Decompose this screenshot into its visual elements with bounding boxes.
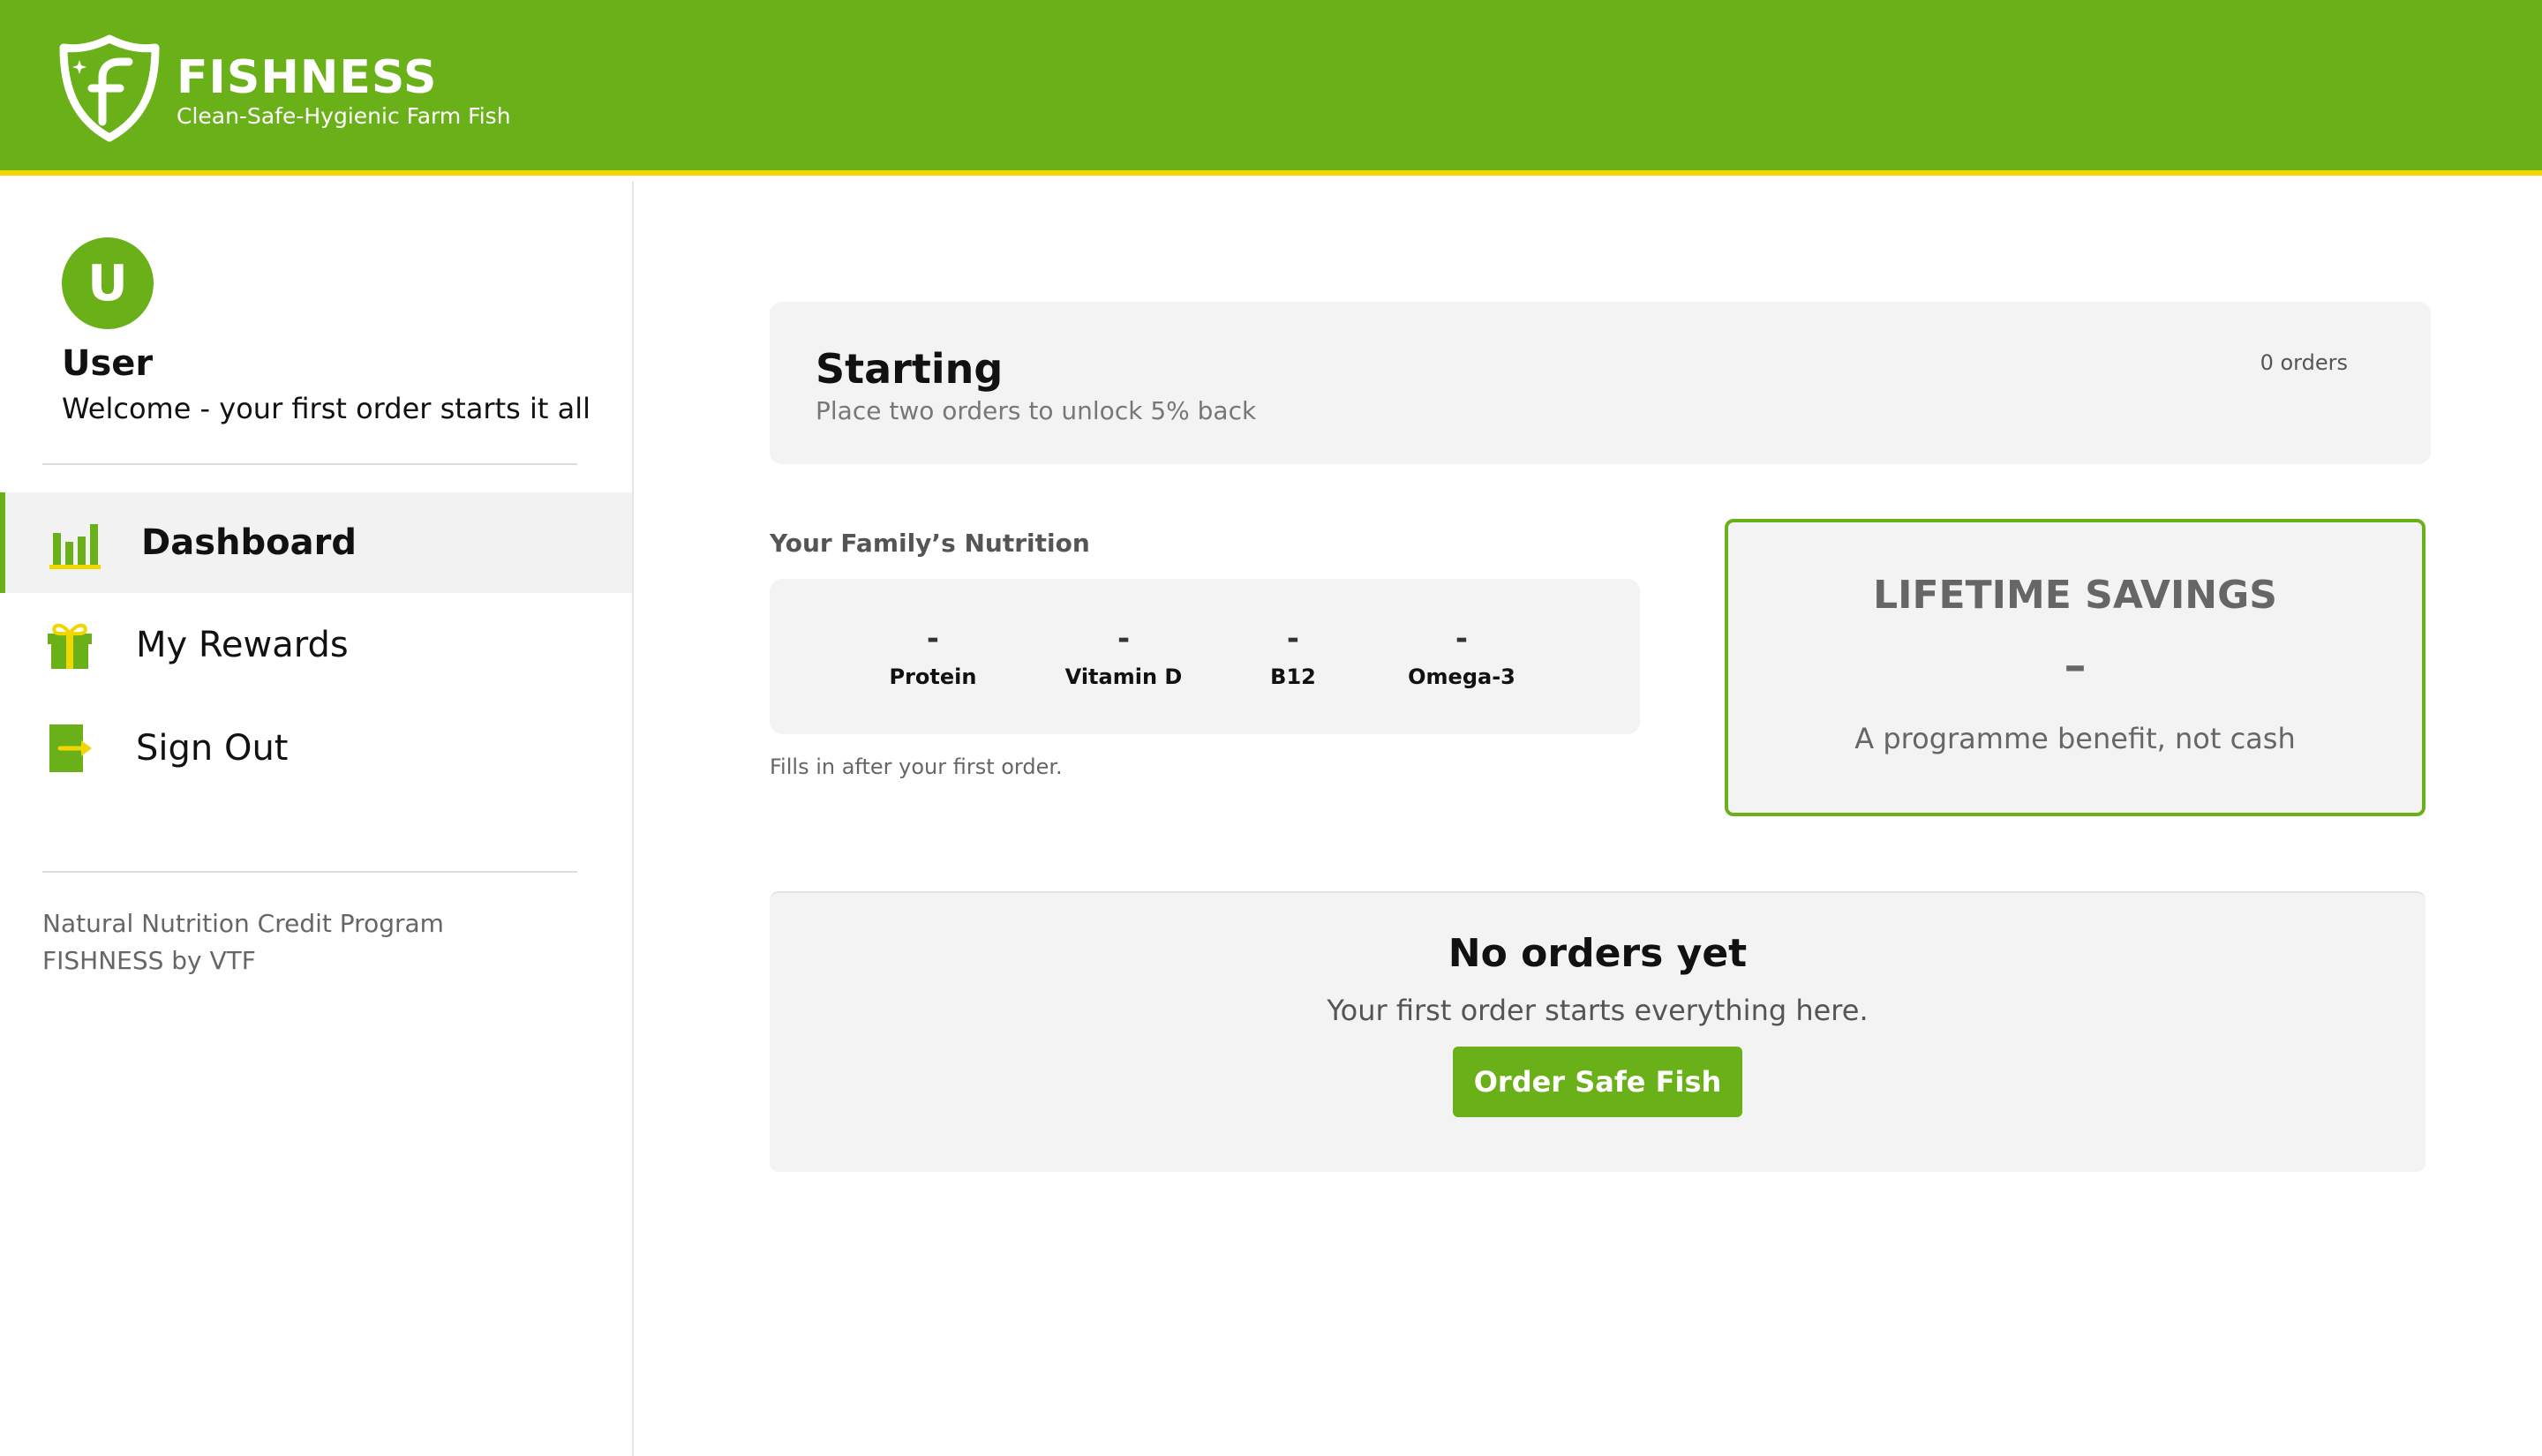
savings-value: – — [2064, 640, 2087, 691]
savings-note: A programme benefit, not cash — [1854, 722, 2296, 755]
welcome-message: Welcome - your first order starts it all — [62, 392, 590, 425]
sidebar-item-label: Sign Out — [136, 728, 289, 769]
user-name: User — [62, 343, 154, 384]
nutrient-value: - — [926, 621, 940, 657]
nutrition-note: Fills in after your first order. — [770, 754, 1063, 779]
orders-title: No orders yet — [1448, 931, 1748, 976]
nutrient-label: B12 — [1270, 664, 1316, 689]
nutrient-value: - — [1117, 621, 1131, 657]
avatar: U — [62, 237, 154, 329]
nutrient-b12: - B12 — [1270, 621, 1316, 690]
tier-status-card: Starting Place two orders to unlock 5% b… — [770, 302, 2431, 464]
sign-out-icon — [49, 724, 92, 772]
orders-subtitle: Your first order starts everything here. — [1327, 994, 1869, 1027]
nutrient-label: Omega-3 — [1408, 664, 1515, 689]
nutrition-card: - Protein - Vitamin D - B12 - Omega-3 — [770, 579, 1640, 734]
app-header: FISHNESS Clean-Safe-Hygienic Farm Fish — [0, 0, 2542, 176]
bar-chart-icon — [49, 524, 101, 569]
sidebar-item-dashboard[interactable]: Dashboard — [0, 492, 632, 593]
sidebar-item-sign-out[interactable]: Sign Out — [0, 698, 632, 799]
brand-name: FISHNESS — [177, 51, 438, 104]
orders-empty-state: No orders yet Your first order starts ev… — [770, 891, 2425, 1172]
sidebar-item-label: My Rewards — [136, 625, 349, 665]
order-count: 0 orders — [2260, 350, 2348, 375]
nutrient-protein: - Protein — [890, 621, 977, 690]
sidebar-divider-top — [42, 463, 577, 465]
lifetime-savings-card: LIFETIME SAVINGS – A programme benefit, … — [1725, 519, 2425, 816]
order-safe-fish-button[interactable]: Order Safe Fish — [1453, 1047, 1742, 1117]
tier-subtitle: Place two orders to unlock 5% back — [816, 396, 1257, 425]
brand-credit: FISHNESS by VTF — [42, 946, 256, 975]
nutrition-heading: Your Family’s Nutrition — [770, 529, 1090, 558]
sidebar: U User Welcome - your first order starts… — [0, 181, 634, 1456]
savings-title: LIFETIME SAVINGS — [1873, 573, 2277, 618]
sidebar-divider-bottom — [42, 871, 577, 873]
tier-title: Starting — [816, 345, 1004, 393]
nutrient-label: Vitamin D — [1064, 664, 1183, 689]
shield-f-logo-icon[interactable] — [58, 34, 161, 143]
nutrient-value: - — [1286, 621, 1300, 657]
nutrient-label: Protein — [889, 664, 977, 689]
nutrient-value: - — [1455, 621, 1469, 657]
brand-tagline: Clean-Safe-Hygienic Farm Fish — [177, 103, 511, 129]
nutrient-vitamin-d: - Vitamin D — [1065, 621, 1183, 690]
nutrient-omega-3: - Omega-3 — [1408, 621, 1515, 690]
sidebar-item-label: Dashboard — [141, 522, 357, 563]
sidebar-item-my-rewards[interactable]: My Rewards — [0, 595, 632, 695]
program-name: Natural Nutrition Credit Program — [42, 909, 444, 938]
gift-icon — [48, 623, 92, 669]
